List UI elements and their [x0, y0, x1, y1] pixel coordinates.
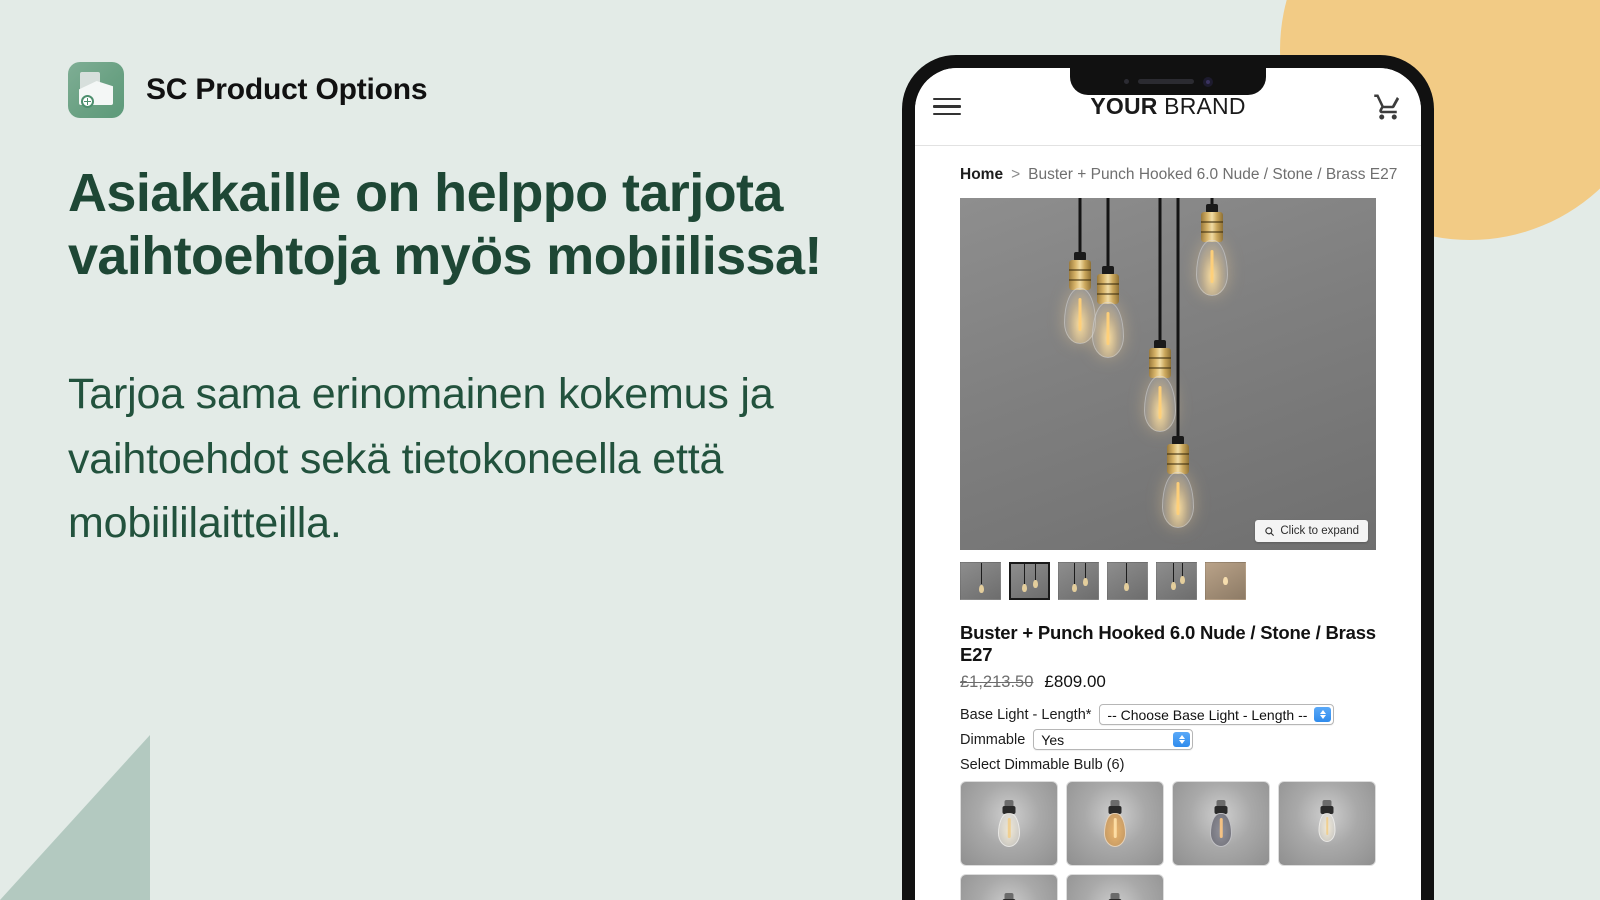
chevron-updown-icon: [1314, 707, 1332, 722]
hamburger-menu-icon[interactable]: [933, 97, 961, 116]
product-hero-image[interactable]: Click to expand: [960, 198, 1376, 550]
gallery-thumbnail-6[interactable]: [1205, 562, 1246, 600]
option-label-dimmable: Dimmable: [960, 731, 1026, 748]
price-current: £809.00: [1044, 672, 1106, 691]
store-logo-bold: YOUR: [1090, 93, 1158, 119]
swatch-bulb-6[interactable]: [1066, 874, 1164, 900]
option-row-dimmable: Dimmable Yes: [960, 729, 1376, 750]
gallery-thumbnail-1[interactable]: [960, 562, 1001, 600]
phone-mockup: YOUR BRAND Home > Buster + Punch Hooked 6.…: [902, 55, 1434, 900]
brand-name: SC Product Options: [146, 73, 428, 106]
swatch-bulb-4[interactable]: [1278, 781, 1376, 866]
breadcrumb: Home > Buster + Punch Hooked 6.0 Nude / St…: [915, 146, 1421, 198]
store-logo: YOUR BRAND: [915, 93, 1421, 120]
left-content-column: SC Product Options Asiakkaille on helppo…: [68, 62, 868, 556]
brand-row: SC Product Options: [68, 62, 868, 118]
magnifier-icon: [1265, 526, 1275, 536]
store-logo-light: BRAND: [1157, 93, 1246, 119]
dimmable-value: Yes: [1041, 731, 1065, 748]
gallery-thumbnail-5[interactable]: [1156, 562, 1197, 600]
front-camera-icon: [1202, 76, 1213, 87]
breadcrumb-home-link[interactable]: Home: [960, 166, 1003, 183]
decorative-triangle-bottom-left: [0, 735, 150, 900]
breadcrumb-separator: >: [1011, 166, 1021, 183]
gallery-hero-wrap: Click to expand: [915, 198, 1421, 550]
page-headline: Asiakkaille on helppo tarjota vaihtoehto…: [68, 163, 822, 287]
phone-notch: [1070, 68, 1266, 95]
product-options: Base Light - Length* -- Choose Base Ligh…: [915, 692, 1421, 750]
sensor-dot-icon: [1123, 79, 1129, 84]
price-original: £1,213.50: [960, 673, 1034, 691]
swatch-section-label: Select Dimmable Bulb (6): [960, 757, 1125, 773]
option-label-base-light-length: Base Light - Length*: [960, 706, 1092, 723]
dimmable-select[interactable]: Yes: [1033, 729, 1194, 750]
click-to-expand-label: Click to expand: [1280, 525, 1359, 537]
gallery-thumbnail-strip: [915, 550, 1421, 600]
bulb-swatch-grid: [915, 773, 1421, 900]
base-light-length-value: -- Choose Base Light - Length --: [1107, 706, 1308, 723]
chevron-updown-icon: [1173, 732, 1191, 747]
base-light-length-select[interactable]: -- Choose Base Light - Length --: [1099, 704, 1335, 725]
earpiece-speaker: [1137, 79, 1194, 84]
image-plus-icon: [68, 62, 124, 118]
breadcrumb-current: Buster + Punch Hooked 6.0 Nude / Stone /…: [1028, 166, 1398, 183]
phone-screen: YOUR BRAND Home > Buster + Punch Hooked 6.…: [915, 68, 1421, 900]
price-row: £1,213.50 £809.00: [915, 666, 1421, 692]
swatch-bulb-3[interactable]: [1172, 781, 1270, 866]
click-to-expand-button[interactable]: Click to expand: [1255, 520, 1368, 542]
gallery-thumbnail-2[interactable]: [1009, 562, 1050, 600]
product-title: Buster + Punch Hooked 6.0 Nude / Stone /…: [960, 622, 1376, 665]
option-row-base-light-length: Base Light - Length* -- Choose Base Ligh…: [960, 704, 1376, 725]
gallery-thumbnail-4[interactable]: [1107, 562, 1148, 600]
gallery-thumbnail-3[interactable]: [1058, 562, 1099, 600]
page-subcopy: Tarjoa sama erinomainen kokemus ja vaiht…: [68, 370, 774, 548]
swatch-bulb-1[interactable]: [960, 781, 1058, 866]
shopping-cart-icon[interactable]: [1373, 92, 1403, 122]
swatch-bulb-2[interactable]: [1066, 781, 1164, 866]
swatch-bulb-5[interactable]: [960, 874, 1058, 900]
